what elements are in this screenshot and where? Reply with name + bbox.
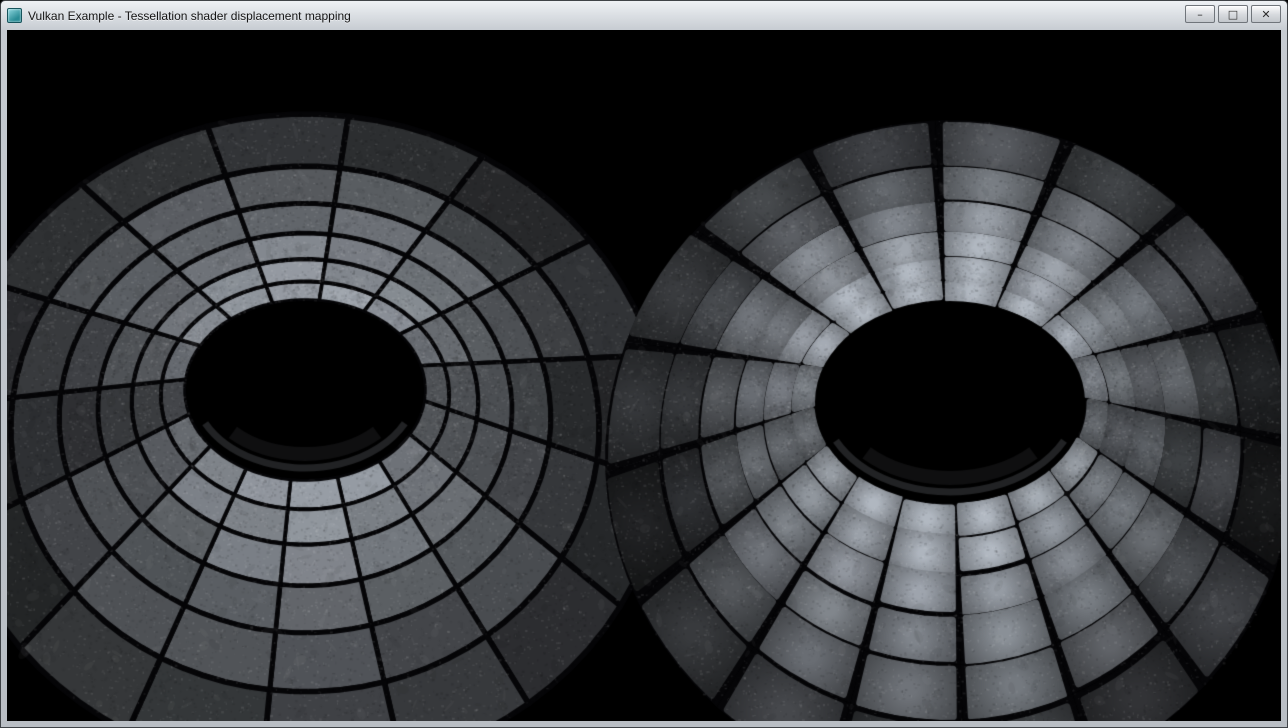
close-button[interactable]: ✕ <box>1251 5 1281 23</box>
titlebar[interactable]: Vulkan Example - Tessellation shader dis… <box>1 1 1287 30</box>
render-viewport <box>7 30 1281 721</box>
app-icon[interactable] <box>7 8 22 23</box>
window-controls: – □ ✕ <box>1185 5 1281 23</box>
minimize-button[interactable]: – <box>1185 5 1215 23</box>
maximize-button[interactable]: □ <box>1218 5 1248 23</box>
render-canvas[interactable] <box>7 30 1281 721</box>
app-window: Vulkan Example - Tessellation shader dis… <box>0 0 1288 728</box>
window-title: Vulkan Example - Tessellation shader dis… <box>28 9 351 23</box>
